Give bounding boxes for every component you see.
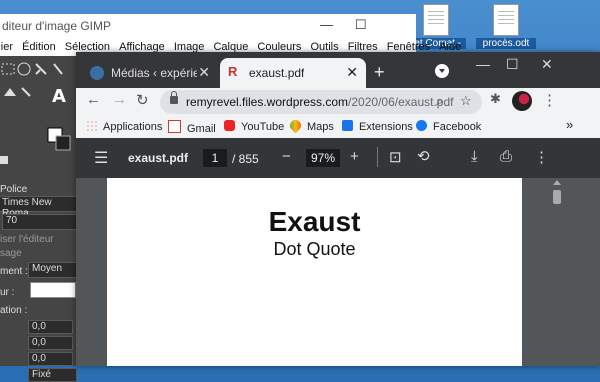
scroll-thumb[interactable] xyxy=(553,190,561,204)
gimp-text-tool-options: Police Times New Roma 70 iser l'éditeur … xyxy=(0,174,77,382)
bookmark-star-icon[interactable]: ☆ xyxy=(460,93,472,109)
close-tab-icon[interactable]: ✕ xyxy=(198,64,210,81)
bookmark-applications[interactable]: Applications xyxy=(86,120,162,133)
close-tab-icon[interactable]: ✕ xyxy=(346,64,358,81)
fit-page-icon[interactable]: ⊡ xyxy=(389,148,402,166)
bookmark-label: Gmail xyxy=(187,123,216,135)
menu-edition[interactable]: Édition xyxy=(22,38,56,56)
bookmark-facebook[interactable]: Facebook xyxy=(416,120,481,133)
tab-title: Médias ‹ expérience sc xyxy=(111,66,197,80)
box-select[interactable]: Fixé xyxy=(28,368,77,382)
color-swatch[interactable] xyxy=(30,282,76,298)
tab-search-icon[interactable] xyxy=(435,64,449,78)
svg-text:A: A xyxy=(52,86,66,107)
scroll-up-icon[interactable] xyxy=(553,180,561,185)
zoom-icon[interactable]: ⌕ xyxy=(436,93,443,109)
browser-toolbar: ← → ↻ remyrevel.files.wordpress.com/2020… xyxy=(76,88,600,116)
zoom-in-icon[interactable]: + xyxy=(350,148,359,165)
font-label: Police xyxy=(0,184,28,195)
menu-fichier[interactable]: Fichier xyxy=(0,38,13,56)
chrome-window: Médias ‹ expérience sc ✕ R exaust.pdf ✕ … xyxy=(76,52,600,366)
tab-medias[interactable]: Médias ‹ expérience sc ✕ xyxy=(82,58,218,88)
page-number-input[interactable]: 1 xyxy=(203,149,227,167)
usage-label: sage xyxy=(0,248,22,259)
use-editor-option[interactable]: iser l'éditeur xyxy=(0,234,54,245)
bookmarks-bar: Applications Gmail YouTube Maps Extensio… xyxy=(76,116,600,139)
facebook-icon xyxy=(416,120,427,131)
maximize-button[interactable]: ☐ xyxy=(506,56,519,73)
tab-strip: Médias ‹ expérience sc ✕ R exaust.pdf ✕ … xyxy=(76,52,600,88)
address-bar[interactable]: remyrevel.files.wordpress.com/2020/06/ex… xyxy=(160,90,482,114)
bookmarks-overflow-button[interactable]: » xyxy=(566,117,573,132)
hamburger-menu-icon[interactable]: ☰ xyxy=(94,148,108,168)
maximize-button[interactable]: ☐ xyxy=(355,17,367,33)
puzzle-icon xyxy=(342,120,353,131)
document-title: Exaust xyxy=(268,206,361,237)
bookmark-label: Extensions xyxy=(359,121,413,133)
desktop-file-proces[interactable]: procès.odt xyxy=(476,4,536,49)
document-icon xyxy=(423,4,449,36)
bookmark-label: Applications xyxy=(103,121,163,133)
gimp-toolbox: A xyxy=(0,56,76,186)
document-icon xyxy=(493,4,519,36)
minimize-button[interactable]: — xyxy=(476,56,490,72)
letter-spacing-input[interactable]: 0,0 xyxy=(28,352,73,366)
bookmark-extensions[interactable]: Extensions xyxy=(342,120,413,133)
url-domain: remyrevel.files.wordpress.com xyxy=(186,95,349,109)
page-count: / 855 xyxy=(232,152,259,166)
apps-grid-icon xyxy=(86,120,97,131)
youtube-icon xyxy=(224,120,235,131)
wordpress-icon xyxy=(90,66,104,80)
tab-exaust-pdf[interactable]: R exaust.pdf ✕ xyxy=(220,58,366,88)
antialias-label: ment : xyxy=(0,266,28,277)
tab-title: exaust.pdf xyxy=(249,66,305,80)
pdf-viewer[interactable]: Exaust Dot Quote xyxy=(76,178,600,366)
antialias-select[interactable]: Moyen xyxy=(28,262,77,278)
minimize-button[interactable]: — xyxy=(320,17,333,32)
font-size-input[interactable]: 70 xyxy=(2,214,77,230)
print-icon[interactable]: ⎙ xyxy=(500,148,512,165)
bookmark-gmail[interactable]: Gmail xyxy=(168,120,216,135)
gimp-title-bar: diteur d'image GIMP — ☐ xyxy=(0,14,416,38)
bookmark-youtube[interactable]: YouTube xyxy=(224,120,284,133)
lock-icon[interactable] xyxy=(170,91,178,104)
maps-icon xyxy=(287,117,304,134)
tool-icons[interactable]: A xyxy=(0,56,76,174)
document-subtitle: Dot Quote xyxy=(273,239,356,259)
forward-icon[interactable]: → xyxy=(112,91,127,108)
close-window-button[interactable]: ✕ xyxy=(541,56,553,73)
zoom-input[interactable]: 97% xyxy=(306,149,340,167)
pdf-toolbar: ☰ exaust.pdf 1 / 855 − 97% + ⊡ ⟲ ⤓ ⎙ ⋮ xyxy=(76,138,600,178)
avatar[interactable] xyxy=(512,91,532,111)
new-tab-button[interactable]: + xyxy=(374,62,385,83)
gimp-title: diteur d'image GIMP xyxy=(2,19,112,33)
menu-kebab-icon[interactable]: ⋮ xyxy=(542,91,557,109)
scrollbar[interactable] xyxy=(551,178,563,366)
bookmark-maps[interactable]: Maps xyxy=(287,117,334,134)
pdf-filename: exaust.pdf xyxy=(128,151,189,165)
indent-input[interactable]: 0,0 xyxy=(28,320,73,334)
bookmark-label: Facebook xyxy=(433,121,482,133)
toolbar-divider xyxy=(377,147,378,167)
font-input[interactable]: Times New Roma xyxy=(0,196,77,219)
download-icon[interactable]: ⤓ xyxy=(471,148,478,165)
gmail-icon xyxy=(168,120,181,133)
rotate-icon[interactable]: ⟲ xyxy=(417,147,430,165)
more-options-icon[interactable]: ⋮ xyxy=(534,148,549,166)
extensions-icon[interactable]: ✱ xyxy=(490,91,501,107)
zoom-out-icon[interactable]: − xyxy=(282,148,291,165)
back-icon[interactable]: ← xyxy=(86,91,101,108)
bookmark-label: Maps xyxy=(307,121,334,133)
pdf-page: Exaust Dot Quote xyxy=(107,178,522,366)
justify-label: ation : xyxy=(0,305,28,316)
desktop-file-label: procès.odt xyxy=(476,38,536,49)
url-text: remyrevel.files.wordpress.com/2020/06/ex… xyxy=(186,95,453,109)
bookmark-label: YouTube xyxy=(241,121,285,133)
line-spacing-input[interactable]: 0,0 xyxy=(28,336,73,350)
pdf-favicon-icon: R xyxy=(228,64,238,79)
reload-icon[interactable]: ↻ xyxy=(136,91,149,109)
color-label: ur : xyxy=(0,287,15,298)
